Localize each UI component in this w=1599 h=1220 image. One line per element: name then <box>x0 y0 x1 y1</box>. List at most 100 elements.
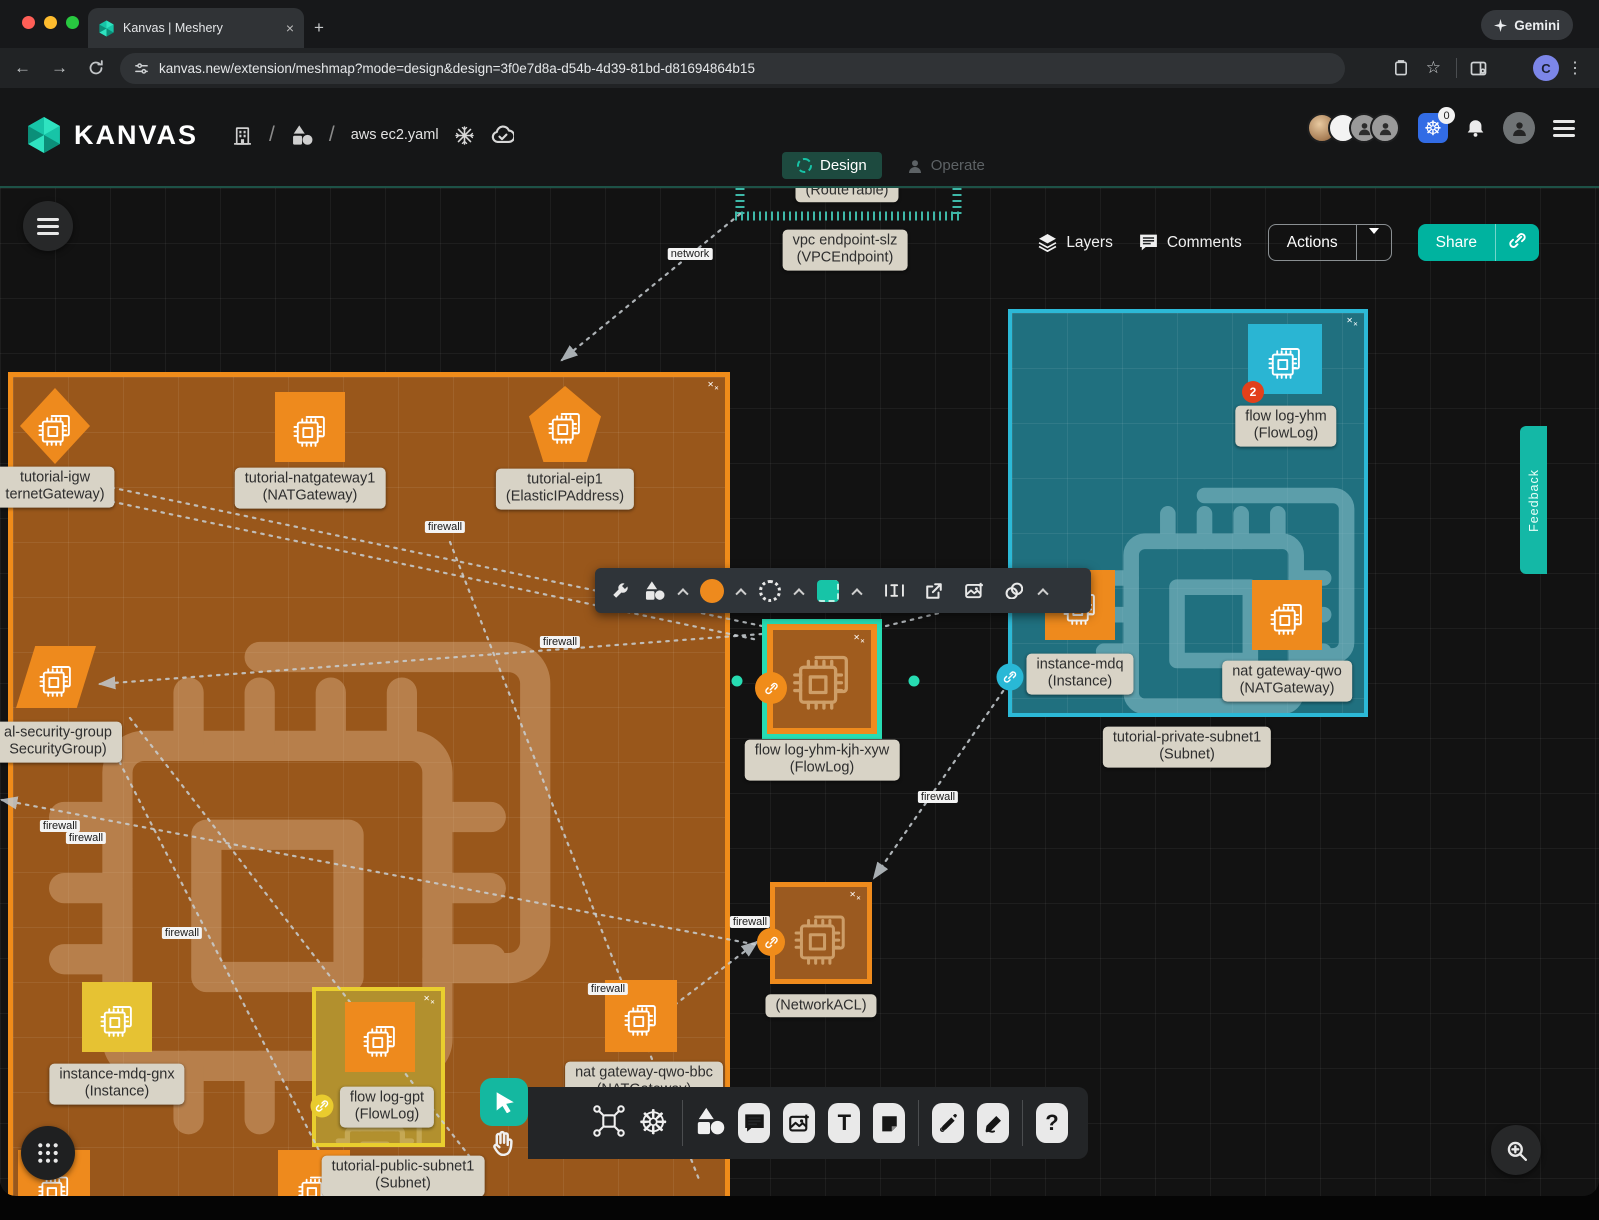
edge-label-firewall: firewall <box>425 521 465 533</box>
copy-link-icon[interactable] <box>1496 232 1539 254</box>
design-canvas[interactable]: Layers Comments Actions Share <box>0 186 1599 1196</box>
app-menu-icon[interactable] <box>1553 116 1575 141</box>
chevron-up-icon[interactable] <box>677 588 688 599</box>
freehand-draw-tool[interactable] <box>977 1103 1009 1143</box>
share-button[interactable]: Share <box>1418 224 1539 261</box>
tab-design[interactable]: Design <box>782 152 882 179</box>
back-button[interactable]: ← <box>14 58 31 78</box>
text-tool[interactable]: T <box>828 1103 860 1143</box>
edge-label-firewall: firewall <box>918 791 958 803</box>
gemini-button[interactable]: Gemini <box>1481 10 1573 40</box>
side-panel-icon[interactable] <box>1470 60 1487 77</box>
layers-button[interactable]: Layers <box>1038 233 1113 252</box>
bookmark-star-icon[interactable]: ☆ <box>1426 58 1441 78</box>
browser-menu-icon[interactable]: ⋮ <box>1567 58 1583 78</box>
shapes-tool[interactable] <box>695 1106 725 1141</box>
chevron-up-icon[interactable] <box>793 588 804 599</box>
open-in-new-icon[interactable] <box>919 568 949 613</box>
node-label-flow-log-yhm: flow log-yhm(FlowLog) <box>1235 406 1336 447</box>
snowflake-icon[interactable] <box>455 126 474 145</box>
feedback-tab[interactable]: Feedback <box>1520 426 1547 574</box>
chevron-up-icon[interactable] <box>735 588 746 599</box>
edge-label-network: network <box>668 248 713 260</box>
kubernetes-context-button[interactable]: ☸ 0 <box>1418 113 1448 143</box>
chevron-up-icon[interactable] <box>1037 588 1048 599</box>
minimize-window-button[interactable] <box>44 16 57 29</box>
browser-tab[interactable]: Kanvas | Meshery × <box>88 8 304 48</box>
edge-style-tool[interactable] <box>932 1103 964 1143</box>
connection-handle[interactable] <box>311 1095 334 1118</box>
design-mode-icon <box>797 158 812 173</box>
designs-icon[interactable] <box>291 124 313 146</box>
file-name[interactable]: aws ec2.yaml <box>351 127 439 143</box>
zoom-search-button[interactable] <box>1491 1125 1541 1175</box>
canvas-menu-button[interactable] <box>23 201 73 251</box>
forward-button[interactable]: → <box>51 58 68 78</box>
hand-icon <box>489 1130 515 1156</box>
tab-close-icon[interactable]: × <box>286 20 294 36</box>
url-input[interactable]: kanvas.new/extension/meshmap?mode=design… <box>120 53 1345 84</box>
group-circles-icon[interactable] <box>999 568 1029 613</box>
reload-button[interactable] <box>88 60 104 76</box>
container-label-vpc-endpoint: vpc endpoint-slz(VPCEndpoint) <box>783 230 908 271</box>
node-nat-gateway-qwo[interactable] <box>1252 580 1322 650</box>
rename-icon[interactable] <box>879 568 909 613</box>
node-instance-mdq-gnx[interactable] <box>82 982 152 1052</box>
cloud-save-icon[interactable] <box>490 124 514 146</box>
edge-label-firewall: firewall <box>162 927 202 939</box>
connection-handle[interactable] <box>997 664 1024 691</box>
save-page-icon[interactable] <box>1393 60 1409 76</box>
kanvas-logo[interactable] <box>26 116 62 154</box>
comments-button[interactable]: Comments <box>1139 233 1242 252</box>
apps-grid-button[interactable] <box>21 1126 75 1180</box>
sparkle-icon <box>1494 19 1507 32</box>
resize-mark-icon[interactable]: ✕✕ <box>423 995 435 1003</box>
fill-color-swatch[interactable] <box>697 568 727 613</box>
tab-operate[interactable]: Operate <box>892 152 1000 179</box>
mesh-sync-tool[interactable] <box>593 1105 625 1142</box>
site-settings-icon[interactable] <box>134 61 149 76</box>
node-network-acl[interactable]: ✕✕ <box>770 882 872 984</box>
resize-mark-icon[interactable]: ✕✕ <box>849 891 861 899</box>
connection-handle[interactable] <box>757 928 785 956</box>
node-tutorial-natgateway1[interactable] <box>275 392 345 462</box>
resize-mark-icon[interactable]: ✕✕ <box>707 381 719 389</box>
stroke-style-icon[interactable] <box>755 568 785 613</box>
wrench-icon[interactable] <box>605 568 635 613</box>
add-image-icon[interactable] <box>959 568 989 613</box>
style-fill-icon[interactable] <box>813 568 843 613</box>
close-window-button[interactable] <box>22 16 35 29</box>
notifications-bell-icon[interactable] <box>1466 119 1485 138</box>
resize-mark-icon[interactable]: ✕✕ <box>1346 317 1358 325</box>
node-flow-log-gpt[interactable] <box>345 1002 415 1072</box>
tab-title: Kanvas | Meshery <box>123 21 278 35</box>
select-tool-button[interactable] <box>480 1078 528 1126</box>
chevron-up-icon[interactable] <box>851 588 862 599</box>
connection-handle[interactable] <box>755 672 787 704</box>
collaborator-avatars[interactable] <box>1307 113 1400 143</box>
help-tool[interactable]: ? <box>1036 1103 1068 1143</box>
zoom-window-button[interactable] <box>66 16 79 29</box>
edge-label-firewall: firewall <box>40 820 80 832</box>
count-badge: 2 <box>1242 381 1264 403</box>
new-tab-button[interactable]: + <box>314 18 324 38</box>
user-avatar[interactable] <box>1503 112 1535 144</box>
kubernetes-tool[interactable]: ☸ <box>638 1106 668 1140</box>
container-label-route-table: (RouteTable) <box>795 186 898 203</box>
comment-tool[interactable] <box>738 1103 770 1143</box>
brand-wordmark: KANVAS <box>74 120 198 151</box>
selection-handle[interactable] <box>732 676 743 687</box>
node-label-tutorial-natgateway1: tutorial-natgateway1(NATGateway) <box>235 468 386 509</box>
actions-button[interactable]: Actions <box>1268 224 1392 261</box>
bottom-toolbar: ☸ T ? <box>528 1087 1088 1159</box>
note-tool[interactable] <box>873 1103 905 1143</box>
pan-tool-button[interactable] <box>489 1130 515 1161</box>
selection-handle[interactable] <box>909 676 920 687</box>
resize-mark-icon[interactable]: ✕✕ <box>853 634 865 642</box>
actions-dropdown-icon[interactable] <box>1357 234 1391 252</box>
browser-profile-avatar[interactable]: C <box>1533 55 1559 81</box>
organization-icon[interactable] <box>232 125 253 146</box>
shapes-icon[interactable] <box>639 568 669 613</box>
image-tool[interactable] <box>783 1103 815 1143</box>
collaborator-avatar[interactable] <box>1370 113 1400 143</box>
